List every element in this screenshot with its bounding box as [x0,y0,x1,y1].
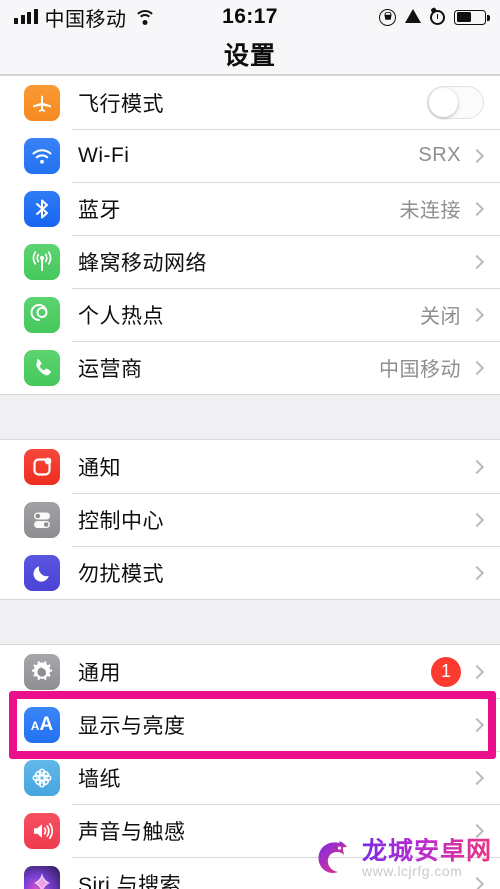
hotspot-icon [24,296,60,333]
chevron-right-icon [469,148,485,163]
rotation-lock-icon [379,8,396,26]
group-separator [0,600,500,644]
sound-icon [24,812,60,849]
settings-row-accessory: 中国移动 [379,353,486,382]
settings-row-label: 墙纸 [78,767,121,791]
chevron-right-icon [469,664,485,679]
settings-row-label: Siri 与搜索 [78,873,182,889]
bluetooth-status-value: 未连接 [399,200,461,222]
gear-icon [24,653,60,690]
settings-row-label: 通用 [78,661,121,685]
location-arrow-icon [405,9,421,23]
settings-row-accessory: 1 [431,656,486,687]
settings-row-label: 勿扰模式 [78,562,164,586]
settings-row-do-not-disturb[interactable]: 勿扰模式 [0,546,500,599]
settings-list: 飞行模式 Wi-Fi SRX 蓝牙 未连接 蜂窝移动网络 个人热点 关闭 运营商… [0,75,500,889]
settings-row-label: 个人热点 [78,304,164,328]
settings-row-carrier[interactable]: 运营商 中国移动 [0,341,500,394]
bluetooth-icon [24,190,60,227]
settings-row-airplane-mode[interactable]: 飞行模式 [0,76,500,129]
airplane-mode-toggle[interactable] [427,86,484,119]
settings-row-personal-hotspot[interactable]: 个人热点 关闭 [0,288,500,341]
notifications-icon [24,448,60,485]
chevron-right-icon [469,201,485,216]
group-separator [0,395,500,439]
watermark-url: www.lcjrfg.com [361,862,463,879]
settings-row-accessory [461,823,486,838]
aa-glyph: AA [30,714,54,735]
settings-row-accessory [461,770,486,785]
navigation-bar: 设置 [0,34,500,75]
chevron-right-icon [469,307,485,322]
settings-screen: 中国移动 16:17 设置 飞行模式 Wi-Fi SRX 蓝牙 未连接 蜂窝移动… [0,0,500,889]
airplane-icon [24,84,60,121]
watermark: 龙城安卓网 www.lcjrfg.com [309,835,492,881]
settings-row-label: Wi-Fi [78,143,130,167]
settings-row-accessory: 关闭 [420,300,486,329]
settings-row-control-center[interactable]: 控制中心 [0,493,500,546]
settings-row-accessory [461,565,486,580]
settings-row-accessory: 未连接 [400,194,487,223]
settings-row-label: 声音与触感 [78,820,186,844]
alarm-clock-icon [430,9,445,25]
settings-row-notifications[interactable]: 通知 [0,440,500,493]
settings-row-general[interactable]: 通用 1 [0,645,500,698]
chevron-right-icon [469,512,485,527]
settings-row-cellular[interactable]: 蜂窝移动网络 [0,235,500,288]
settings-row-display-brightness[interactable]: AA 显示与亮度 [0,698,500,751]
watermark-text: 龙城安卓网 www.lcjrfg.com [361,836,492,879]
settings-row-label: 蓝牙 [78,198,121,222]
chevron-right-icon [469,360,485,375]
settings-row-accessory: SRX [418,144,486,167]
settings-row-accessory [461,717,486,732]
settings-group-connectivity: 飞行模式 Wi-Fi SRX 蓝牙 未连接 蜂窝移动网络 个人热点 关闭 运营商… [0,75,500,395]
watermark-logo-icon [318,841,347,873]
chevron-right-icon [469,459,485,474]
settings-row-label: 通知 [78,456,121,480]
siri-icon [24,865,60,889]
chevron-right-icon [469,717,485,732]
hotspot-status-value: 关闭 [420,306,461,328]
moon-icon [24,554,60,591]
display-brightness-icon: AA [24,706,60,743]
settings-row-bluetooth[interactable]: 蓝牙 未连接 [0,182,500,235]
settings-row-wallpaper[interactable]: 墙纸 [0,751,500,804]
wifi-network-value: SRX [418,144,461,166]
settings-row-label: 运营商 [78,357,143,381]
chevron-right-icon [469,254,485,269]
status-badge: 1 [431,656,461,687]
control-center-icon [24,501,60,538]
settings-row-accessory [427,86,486,119]
page-title: 设置 [223,42,276,70]
settings-row-label: 控制中心 [78,509,164,533]
settings-row-wifi[interactable]: Wi-Fi SRX [0,129,500,182]
status-bar: 中国移动 16:17 [0,0,500,34]
battery-icon [454,9,490,25]
wifi-icon [24,137,60,174]
settings-row-label: 显示与亮度 [78,714,186,738]
status-bar-right [379,8,490,26]
chevron-right-icon [469,770,485,785]
watermark-site-name: 龙城安卓网 [361,836,492,865]
wallpaper-icon [24,759,60,796]
carrier-value: 中国移动 [379,359,461,381]
settings-row-label: 蜂窝移动网络 [78,251,207,275]
settings-row-label: 飞行模式 [78,92,164,116]
phone-icon [24,349,60,386]
settings-row-accessory [461,254,486,269]
settings-row-accessory [461,459,486,474]
cellular-icon [24,243,60,280]
chevron-right-icon [469,565,485,580]
settings-row-accessory [461,512,486,527]
settings-group-notifications: 通知 控制中心 勿扰模式 [0,439,500,600]
